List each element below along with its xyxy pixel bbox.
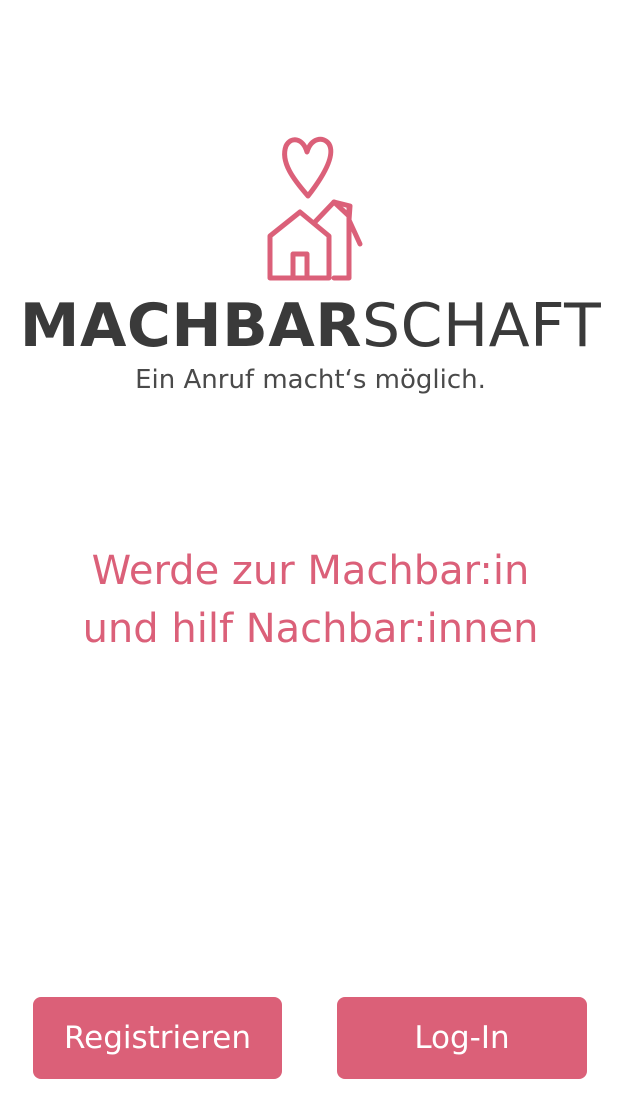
login-button[interactable]: Log-In	[337, 997, 587, 1079]
headline: Werde zur Machbar:in und hilf Nachbar:in…	[0, 542, 621, 658]
brand-wordmark: MACHBARSCHAFT	[0, 286, 621, 366]
tagline: Ein Anruf macht‘s möglich.	[135, 365, 486, 395]
heart-house-icon	[267, 136, 363, 281]
headline-line-1: Werde zur Machbar:in	[91, 548, 530, 594]
register-button[interactable]: Registrieren	[33, 997, 282, 1079]
wordmark-bold: MACHBAR	[19, 291, 362, 361]
wordmark-light: SCHAFT	[362, 291, 602, 361]
headline-line-2: und hilf Nachbar:innen	[82, 606, 539, 652]
